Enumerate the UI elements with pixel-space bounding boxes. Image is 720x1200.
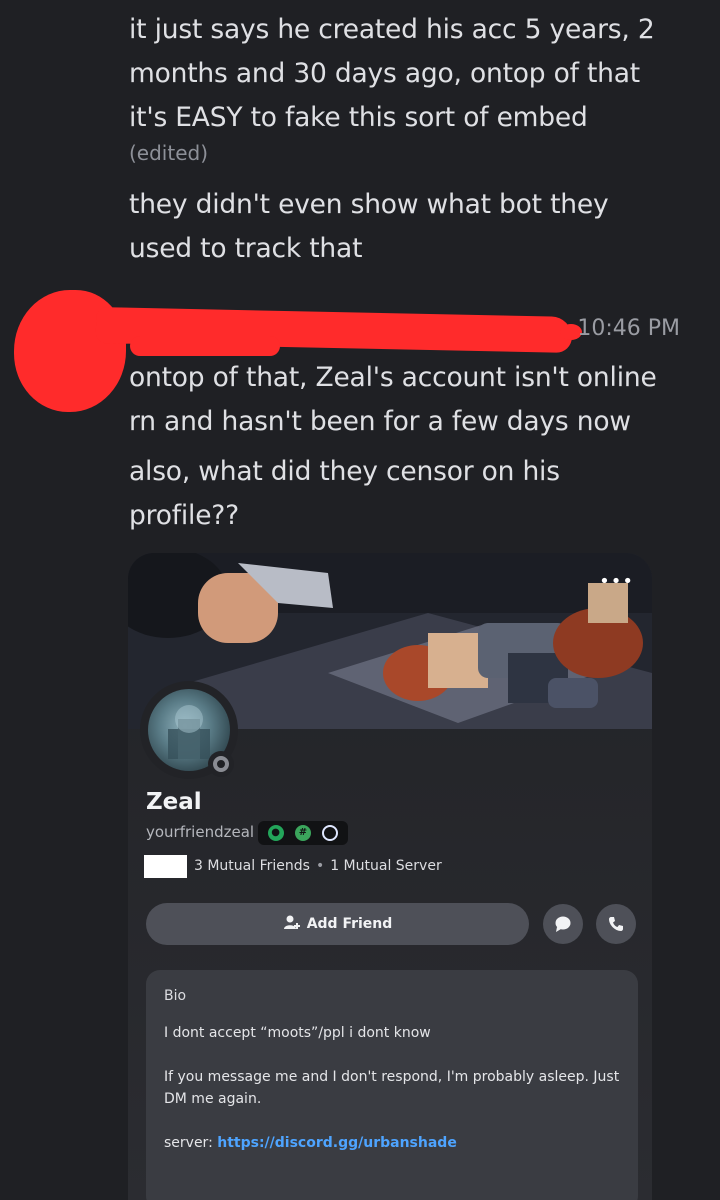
call-button[interactable]	[596, 904, 636, 944]
mutual-friends-link[interactable]: 3 Mutual Friends	[194, 858, 310, 874]
more-options-icon[interactable]: •••	[599, 571, 634, 592]
bio-line: If you message me and I don't respond, I…	[164, 1069, 620, 1085]
message-line: it just says he created his acc 5 years,…	[129, 14, 655, 45]
message-timestamp: 10:46 PM	[577, 316, 680, 341]
profile-card: ••• Zeal yourfriendzeal ● # 3 Mutual Fri…	[128, 553, 652, 1200]
add-friend-button[interactable]: Add Friend	[146, 903, 529, 945]
add-friend-icon	[283, 914, 301, 934]
bio-line: DM me again.	[164, 1091, 262, 1107]
bio-title: Bio	[164, 988, 187, 1004]
mutual-servers-link[interactable]: 1 Mutual Server	[330, 858, 442, 874]
hashtag-badge-icon[interactable]: #	[294, 825, 311, 841]
message-line: profile??	[129, 500, 240, 531]
status-offline-icon	[208, 751, 234, 777]
bio-server-line: server: https://discord.gg/urbanshade	[164, 1132, 620, 1154]
mutuals-row: 3 Mutual Friends • 1 Mutual Server	[194, 858, 442, 874]
badge-list: ● #	[258, 821, 348, 845]
add-friend-label: Add Friend	[306, 916, 393, 932]
display-name: Zeal	[146, 789, 202, 815]
hypesquad-badge-icon[interactable]	[322, 825, 339, 841]
edited-label: (edited)	[129, 141, 209, 165]
message-line: they didn't even show what bot they	[129, 189, 609, 220]
message-text: they didn't even show what bot they used…	[129, 183, 699, 271]
username: yourfriendzeal	[146, 823, 255, 841]
message-text: ontop of that, Zeal's account isn't onli…	[129, 356, 699, 444]
phone-icon	[609, 917, 623, 931]
server-invite-link[interactable]: https://discord.gg/urbanshade	[217, 1135, 457, 1151]
separator-dot: •	[315, 858, 325, 874]
message-line: it's EASY to fake this sort of embed	[129, 102, 588, 133]
message-line: also, what did they censor on his	[129, 456, 560, 487]
message-line: ontop of that, Zeal's account isn't onli…	[129, 362, 657, 393]
message-line: months and 30 days ago, ontop of that	[129, 58, 640, 89]
message-bubble-icon	[555, 916, 571, 932]
message-line: rn and hasn't been for a few days now	[129, 406, 631, 437]
message-text: it just says he created his acc 5 years,…	[129, 8, 699, 140]
bio-section: Bio I dont accept “moots”/ppl i dont kno…	[146, 970, 638, 1200]
bio-line: I dont accept “moots”/ppl i dont know	[164, 1025, 431, 1041]
redaction-mark	[130, 336, 280, 356]
message-text: also, what did they censor on his profil…	[129, 450, 699, 538]
bio-server-label: server:	[164, 1135, 218, 1151]
quest-badge-icon[interactable]: ●	[267, 825, 284, 841]
message-line: used to track that	[129, 233, 363, 264]
message-button[interactable]	[543, 904, 583, 944]
redaction-box	[144, 855, 187, 878]
